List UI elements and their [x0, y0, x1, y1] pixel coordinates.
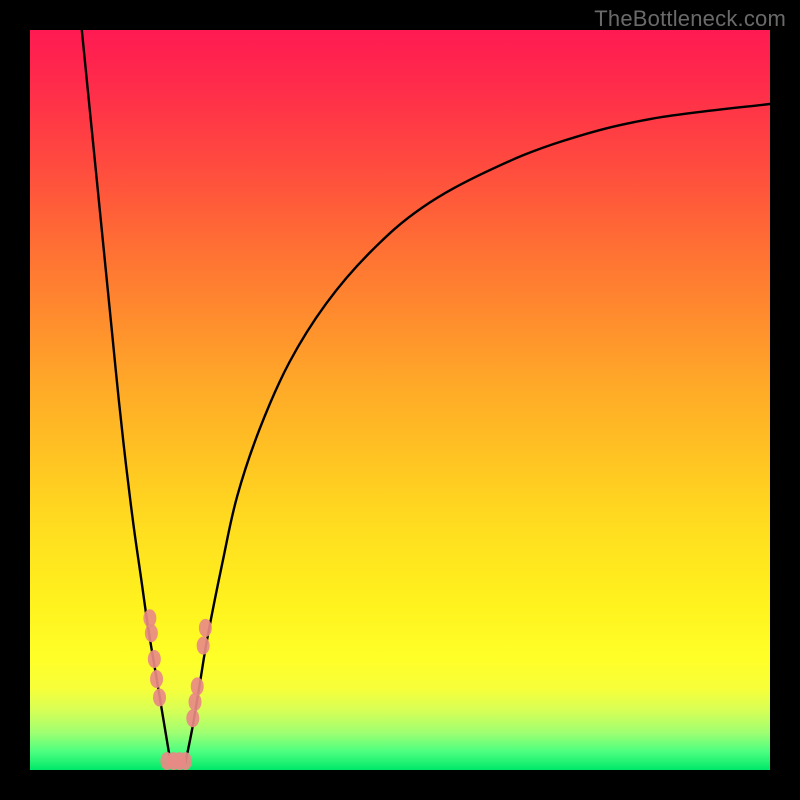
highlight-dot — [150, 670, 163, 688]
highlight-dot — [145, 624, 158, 642]
curves-overlay — [30, 30, 770, 770]
highlight-dot — [191, 677, 204, 695]
highlight-dot — [199, 619, 212, 637]
plot-area — [30, 30, 770, 770]
highlight-dot — [179, 752, 192, 770]
chart-frame: TheBottleneck.com — [0, 0, 800, 800]
point-markers — [143, 609, 212, 770]
highlight-dot — [148, 650, 161, 668]
curve-paths — [82, 30, 770, 763]
watermark-text: TheBottleneck.com — [594, 6, 786, 32]
highlight-dot — [197, 637, 210, 655]
highlight-dot — [186, 709, 199, 727]
right-curve — [185, 104, 770, 763]
highlight-dot — [189, 693, 202, 711]
highlight-dot — [153, 688, 166, 706]
